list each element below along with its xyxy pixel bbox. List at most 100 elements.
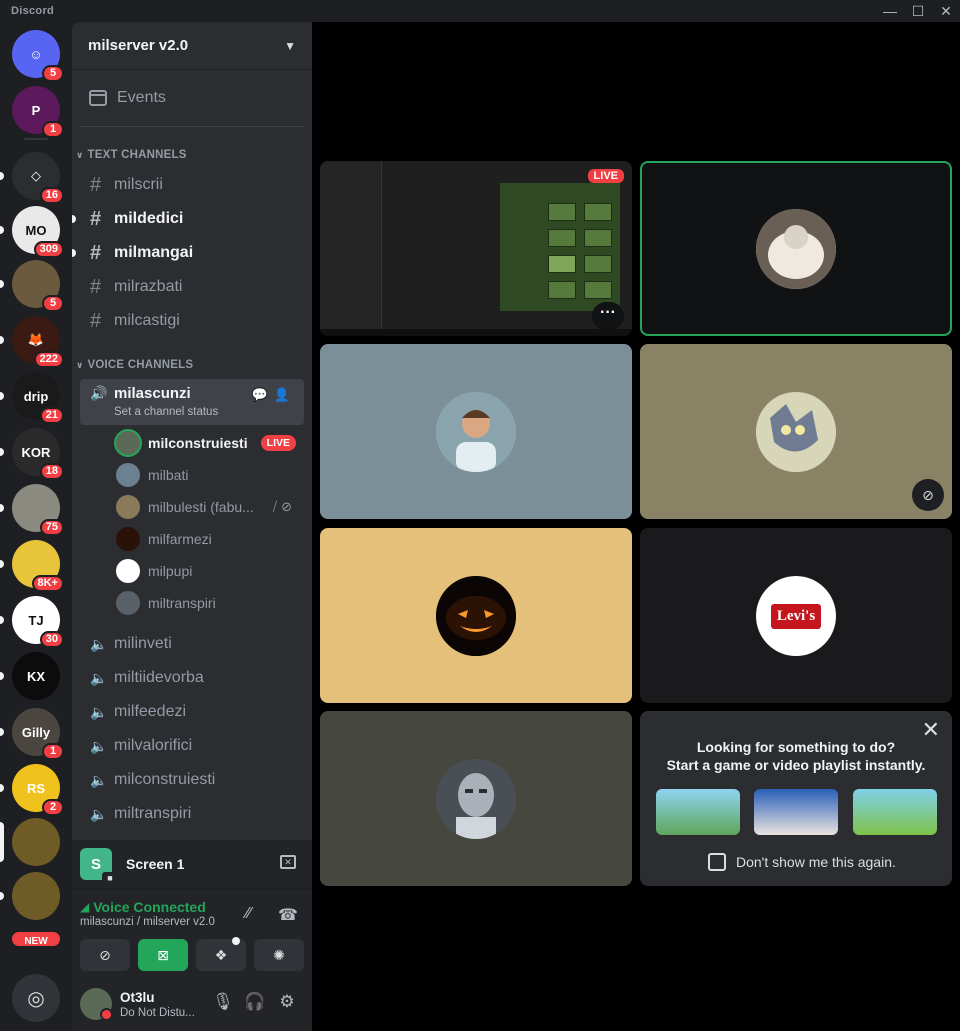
server-icon-server-shoe[interactable]: 8K+ [0,540,64,592]
channel-name: milfeedezi [114,703,187,720]
server-header[interactable]: milserver v2.0 ▼ [72,22,312,70]
server-icon-server-fox[interactable]: 🦊 222 [0,316,64,368]
channel-name: milinveti [114,635,172,652]
divider [80,126,304,127]
unread-pip [72,215,76,223]
avatar [116,591,140,615]
channel-status-text[interactable]: Set a channel status [114,406,218,418]
participant-tile[interactable] [320,344,632,519]
text-channel-milmangai[interactable]: # milmangai [72,237,304,269]
voice-channel-milconstruiesti[interactable]: 🔈 milconstruiesti [80,764,304,796]
microphone-icon[interactable]: 🎙 [212,992,234,1012]
calendar-icon [89,90,107,106]
voice-channel-miltranspiri[interactable]: 🔈 miltranspiri [80,798,304,830]
activity-thumbnail-1[interactable] [656,789,740,835]
close-button[interactable]: ✕ [932,2,960,20]
server-icon-server-gold-1[interactable] [0,818,60,866]
channel-name: milrazbati [114,278,183,295]
more-options-icon[interactable]: ··· [592,302,624,330]
soundboard-button[interactable]: ✺ [254,939,304,971]
activities-icon: ❖ [214,946,228,963]
hash-icon: # [90,309,102,332]
voice-member[interactable]: milbulesti (fabu... ⧸⊘ [116,492,304,522]
username[interactable]: Ot3lu [120,990,155,1005]
text-channels-category[interactable]: ∨ TEXT CHANNELS [76,149,187,161]
voice-stage: LIVE ··· ⊘ Levi's ✕ Looking for somethin… [312,22,960,1031]
unread-pip [0,226,4,234]
server-icon-server-gilly[interactable]: Gilly 1 [0,708,64,760]
server-icon-server-mo[interactable]: MO 309 [0,206,64,258]
server-icon-server-face[interactable]: 75 [0,484,64,536]
server-icon-server-drip[interactable]: drip 21 [0,372,64,424]
live-badge: LIVE [260,435,296,451]
channel-name: milscrii [114,176,163,193]
mention-badge: 1 [42,121,64,138]
noise-suppression-icon[interactable]: ∕∕ [246,905,251,923]
voice-member[interactable]: milbati [116,460,304,490]
activity-thumbnail-2[interactable] [754,789,838,835]
voice-channels-category[interactable]: ∨ VOICE CHANNELS [76,359,193,371]
avatar [436,576,516,656]
voice-connected[interactable]: ◢ Voice Connected [80,899,206,915]
server-icon-server-gold-2[interactable] [0,872,60,920]
server-icon-server-kx[interactable]: KX [0,652,60,700]
text-channel-milcastigi[interactable]: # milcastigi [80,305,304,337]
server-icon-discord-home[interactable]: ☺ 5 [12,30,64,82]
voice-channel-miltiidevorba[interactable]: 🔈 miltiidevorba [80,662,304,694]
events-item[interactable]: Events [80,80,304,116]
discover-button[interactable]: ◎ [12,974,60,1022]
stream-preview [320,161,632,336]
voice-member[interactable]: milfarmezi [116,524,304,554]
text-channel-milscrii[interactable]: # milscrii [80,169,304,201]
activities-button[interactable]: ❖ [196,937,246,971]
screen-share-button[interactable]: ⊠ [138,939,188,971]
server-icon-server-kor[interactable]: KOR 18 [0,428,64,480]
stream-bar[interactable]: S ■ Screen 1 ✕ [72,840,312,888]
voice-channel-milvalorifici[interactable]: 🔈 milvalorifici [80,730,304,762]
mention-badge: 21 [39,407,64,424]
category-label: VOICE CHANNELS [87,359,194,371]
voice-channel-name: milascunzi [114,385,191,402]
stop-stream-icon[interactable]: ✕ [280,855,296,869]
camera-off-button[interactable]: ⊘ [80,939,130,971]
gear-icon[interactable]: ⚙ [276,992,298,1012]
activity-thumbnail-3[interactable] [853,789,937,835]
text-channel-milrazbati[interactable]: # milrazbati [80,271,304,303]
voice-member[interactable]: milpupi [116,556,304,586]
member-name: milpupi [148,563,193,579]
server-icon-server-p[interactable]: P1 [12,86,64,138]
channel-actions[interactable]: 💬👤 [252,387,296,403]
close-icon[interactable]: ✕ [922,719,940,741]
user-status: Do Not Distu... [120,1007,195,1019]
server-icon-server-rs[interactable]: RS 2 [0,764,64,816]
category-label: TEXT CHANNELS [87,149,187,161]
unread-pip [0,172,4,180]
dont-show-checkbox[interactable]: Don't show me this again. [708,853,896,871]
voice-member[interactable]: milconstruiesti LIVE [116,428,304,458]
participant-tile[interactable] [320,711,632,886]
participant-tile[interactable]: ⊘ [640,344,952,519]
chat-icon[interactable]: 💬 [252,387,274,402]
participant-tile[interactable] [320,528,632,703]
server-icon-server-wood[interactable]: 5 [0,260,64,312]
participant-tile[interactable]: Levi's [640,528,952,703]
invite-icon[interactable]: 👤 [274,387,296,402]
voice-channel-milinveti[interactable]: 🔈 milinveti [80,628,304,660]
video-off-icon[interactable]: ⊘ [912,479,944,511]
headphones-icon[interactable]: 🎧 [244,992,266,1012]
voice-location[interactable]: milascunzi / milserver v2.0 [80,916,215,928]
server-icon-server-diamond[interactable]: ◇ 16 [0,152,64,204]
voice-member[interactable]: miltranspiri [116,588,304,618]
mention-badge: 8K+ [31,575,64,592]
server-icon-server-tj[interactable]: TJ 30 [0,596,64,648]
stream-tile[interactable]: LIVE ··· [320,161,632,336]
maximize-button[interactable]: ☐ [904,2,932,20]
disconnect-icon[interactable]: ☎ [278,905,298,925]
participant-tile-speaking[interactable] [640,161,952,336]
minimize-button[interactable]: — [876,2,904,20]
voice-channel-milascunzi[interactable]: 🔊 milascunzi Set a channel status 💬👤 [80,379,304,425]
checkbox[interactable] [708,853,726,871]
text-channel-mildedici[interactable]: # mildedici [72,203,304,235]
speaker-icon: 🔈 [90,635,108,652]
voice-channel-milfeedezi[interactable]: 🔈 milfeedezi [80,696,304,728]
